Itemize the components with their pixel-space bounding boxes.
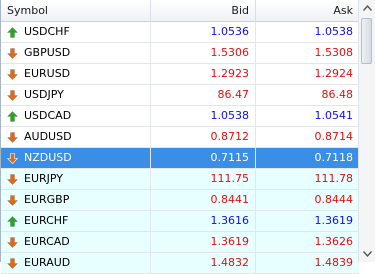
- arrow-down-icon: [7, 236, 18, 248]
- symbol-label: USDCAD: [24, 109, 72, 122]
- scroll-down-icon[interactable]: [360, 246, 374, 262]
- quote-row[interactable]: EURGBP 0.8441 0.8444: [1, 190, 359, 211]
- ask-value: 1.5308: [314, 46, 354, 59]
- quote-row[interactable]: USDCHF 1.0536 1.0538: [1, 22, 359, 43]
- symbol-label: AUDUSD: [24, 130, 72, 143]
- symbol-cell: EURCHF: [1, 211, 151, 231]
- ask-value: 0.8444: [314, 193, 354, 206]
- arrow-down-icon: [7, 89, 18, 101]
- quote-row[interactable]: EURCHF 1.3616 1.3619: [1, 211, 359, 232]
- arrow-down-icon: [7, 131, 18, 143]
- quote-row[interactable]: USDJPY 86.47 86.48: [1, 85, 359, 106]
- bid-value: 111.75: [151, 169, 256, 189]
- quote-row[interactable]: EURJPY 111.75 111.78: [1, 169, 359, 190]
- bid-value: 86.47: [151, 85, 256, 105]
- arrow-down-icon: [7, 47, 18, 59]
- symbol-cell: USDCAD: [1, 106, 151, 126]
- bid-value: 1.3616: [151, 211, 256, 231]
- symbol-label: EURUSD: [24, 67, 71, 80]
- market-watch-window: Symbol Bid Ask USDCHF 1.0536 1.0538 GBPUSD 1…: [0, 0, 375, 274]
- arrow-up-icon: [7, 215, 18, 227]
- arrow-down-icon: [7, 152, 18, 164]
- arrow-up-icon: [7, 26, 18, 38]
- symbol-cell: GBPUSD: [1, 43, 151, 63]
- symbol-cell: EURCAD: [1, 232, 151, 252]
- arrow-down-icon: [7, 68, 18, 80]
- quote-row[interactable]: EURUSD 1.2923 1.2924: [1, 64, 359, 85]
- quotes-list: USDCHF 1.0536 1.0538 GBPUSD 1.5306 1.5308 EURU…: [1, 22, 359, 274]
- bid-value: 1.3619: [151, 232, 256, 252]
- bid-value: 1.0538: [151, 106, 256, 126]
- symbol-cell: EURUSD: [1, 64, 151, 84]
- bid-value: 1.5306: [151, 43, 256, 63]
- ask-value: 111.78: [314, 172, 354, 185]
- ask-value: 0.7118: [314, 151, 354, 164]
- symbol-cell: AUDUSD: [1, 127, 151, 147]
- scroll-up-icon[interactable]: [360, 0, 374, 16]
- symbol-label: EURAUD: [24, 256, 71, 269]
- symbol-cell: EURAUD: [1, 253, 151, 273]
- symbol-label: USDJPY: [24, 88, 64, 101]
- ask-value: 1.4839: [314, 256, 354, 269]
- quote-row[interactable]: NZDUSD 0.7115 0.7118: [1, 148, 359, 169]
- ask-value: 86.48: [321, 88, 354, 101]
- bid-value: 0.7115: [151, 148, 256, 168]
- symbol-cell: NZDUSD: [1, 148, 151, 168]
- ask-value: 1.2924: [314, 67, 354, 80]
- symbol-label: GBPUSD: [24, 46, 71, 59]
- column-header-ask[interactable]: Ask: [256, 0, 359, 22]
- ask-value: 0.8714: [314, 130, 354, 143]
- ask-value: 1.0538: [314, 25, 354, 38]
- symbol-label: EURGBP: [24, 193, 70, 206]
- ask-value: 1.3619: [314, 214, 354, 227]
- ask-value: 1.3626: [314, 235, 354, 248]
- bid-value: 0.8441: [151, 190, 256, 210]
- column-header-bid[interactable]: Bid: [151, 0, 256, 22]
- ask-value: 1.0541: [314, 109, 354, 122]
- arrow-down-icon: [7, 257, 18, 269]
- quote-row[interactable]: USDCAD 1.0538 1.0541: [1, 106, 359, 127]
- vertical-scrollbar[interactable]: [358, 0, 375, 262]
- symbol-cell: EURGBP: [1, 190, 151, 210]
- quote-row[interactable]: EURAUD 1.4832 1.4839: [1, 253, 359, 274]
- scrollbar-thumb[interactable]: [361, 18, 372, 64]
- symbol-cell: USDJPY: [1, 85, 151, 105]
- quote-row[interactable]: AUDUSD 0.8712 0.8714: [1, 127, 359, 148]
- table-header: Symbol Bid Ask: [1, 0, 359, 22]
- quote-row[interactable]: EURCAD 1.3619 1.3626: [1, 232, 359, 253]
- bid-value: 1.4832: [151, 253, 256, 273]
- arrow-down-icon: [7, 194, 18, 206]
- quote-row[interactable]: GBPUSD 1.5306 1.5308: [1, 43, 359, 64]
- arrow-down-icon: [7, 173, 18, 185]
- arrow-up-icon: [7, 110, 18, 122]
- symbol-label: EURCHF: [24, 214, 69, 227]
- symbol-label: NZDUSD: [24, 151, 72, 164]
- bid-value: 0.8712: [151, 127, 256, 147]
- column-header-symbol[interactable]: Symbol: [1, 0, 151, 22]
- symbol-label: EURCAD: [24, 235, 70, 248]
- symbol-cell: USDCHF: [1, 22, 151, 42]
- bid-value: 1.2923: [151, 64, 256, 84]
- symbol-cell: EURJPY: [1, 169, 151, 189]
- bid-value: 1.0536: [151, 22, 256, 42]
- symbol-label: USDCHF: [24, 25, 70, 38]
- symbol-label: EURJPY: [24, 172, 63, 185]
